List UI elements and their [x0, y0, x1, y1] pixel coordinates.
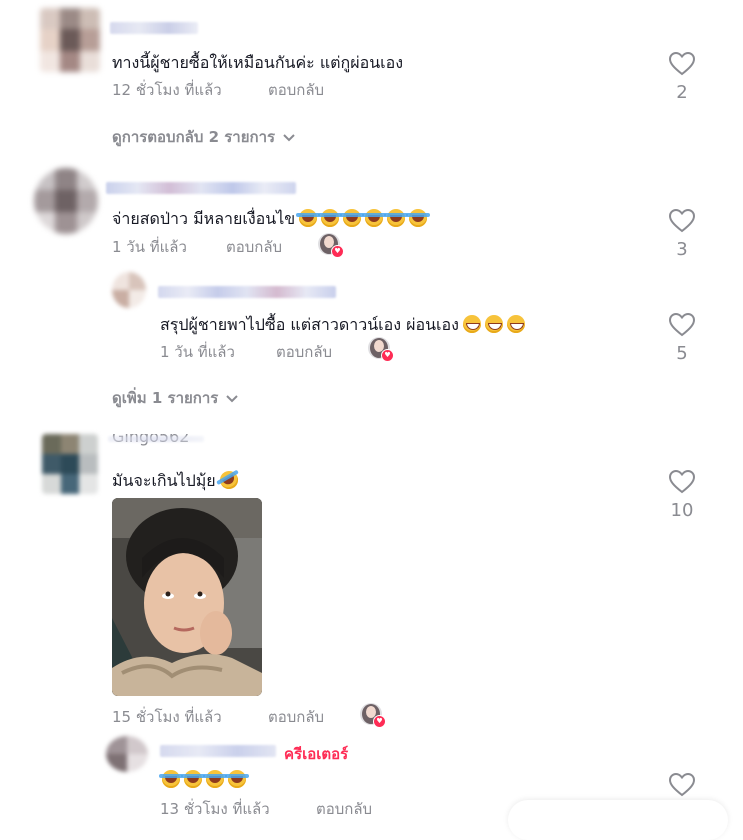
- comment-text-value: จ่ายสดป่าว มีหลายเงื่อนไข: [112, 209, 296, 228]
- reply-time: 1 วัน ที่แล้ว: [160, 343, 235, 361]
- grinning-emoji: [484, 315, 503, 333]
- comment-avatar[interactable]: [34, 168, 98, 234]
- floating-bar-edge: [508, 800, 728, 840]
- username-blurred[interactable]: [110, 22, 198, 34]
- grinning-emoji: [462, 315, 481, 333]
- creator-liked-avatar: ♥: [368, 337, 394, 362]
- reply-text-value: สรุปผู้ชายพาไปซื้อ แต่สาวดาวน์เอง ผ่อนเอ…: [160, 315, 459, 334]
- comment-text: จ่ายสดป่าว มีหลายเงื่อนไข: [112, 207, 431, 232]
- view-more-label: ดูเพิ่ม 1 รายการ: [112, 389, 219, 407]
- comment-photo[interactable]: [112, 498, 262, 696]
- laughing-emoji: [340, 209, 365, 227]
- laughing-emoji: [203, 770, 227, 788]
- laughing-emoji: [159, 770, 183, 788]
- comment-text: มันจะเกินไปมุ้ย: [112, 467, 241, 494]
- like-button[interactable]: 3: [662, 209, 702, 260]
- creator-liked-avatar: ♥: [318, 233, 344, 258]
- reply-text: สรุปผู้ชายพาไปซื้อ แต่สาวดาวน์เอง ผ่อนเอ…: [160, 313, 525, 338]
- heart-badge-icon: ♥: [331, 245, 344, 258]
- username-blurred: [108, 436, 204, 442]
- like-count: 5: [676, 343, 688, 364]
- view-more-button[interactable]: ดูเพิ่ม 1 รายการ: [112, 386, 239, 410]
- heart-badge-icon: ♥: [373, 715, 386, 728]
- reply-button[interactable]: ตอบกลับ: [226, 235, 282, 259]
- like-button[interactable]: 10: [662, 470, 702, 521]
- laughing-emoji: [384, 209, 409, 227]
- heart-outline-icon[interactable]: [669, 313, 695, 337]
- like-count: 10: [670, 500, 694, 521]
- heart-badge-icon: ♥: [381, 349, 394, 362]
- chevron-down-icon: [226, 389, 239, 407]
- heart-outline-icon[interactable]: [669, 470, 695, 494]
- username-blurred[interactable]: [160, 745, 276, 757]
- heart-outline-icon[interactable]: [669, 52, 695, 76]
- view-replies-label: ดูการตอบกลับ 2 รายการ: [112, 128, 276, 146]
- creator-badge: ครีเอเตอร์: [284, 745, 349, 763]
- like-button[interactable]: 2: [662, 52, 702, 103]
- comment-text-value: มันจะเกินไปมุ้ย: [112, 471, 216, 490]
- comment-avatar[interactable]: [42, 434, 98, 494]
- reply-avatar[interactable]: [112, 272, 146, 308]
- comment-time: 12 ชั่วโมง ที่แล้ว: [112, 81, 222, 99]
- username-blurred[interactable]: [158, 286, 336, 298]
- like-count: 2: [676, 82, 688, 103]
- like-count: 3: [676, 239, 688, 260]
- comment-time: 15 ชั่วโมง ที่แล้ว: [112, 708, 222, 726]
- reply-time: 13 ชั่วโมง ที่แล้ว: [160, 800, 270, 818]
- laughing-emoji: [296, 209, 321, 227]
- comment-time: 1 วัน ที่แล้ว: [112, 238, 187, 256]
- comment-text: ทางนี้ผู้ชายซื้อให้เหมือนกันค่ะ แต่กูผ่อ…: [112, 53, 404, 72]
- like-button[interactable]: 5: [662, 313, 702, 364]
- selfie-image: [112, 498, 262, 696]
- chevron-down-icon: [283, 128, 295, 146]
- reply-button[interactable]: ตอบกลับ: [268, 705, 324, 729]
- laughing-emoji: [181, 770, 205, 788]
- view-replies-button[interactable]: ดูการตอบกลับ 2 รายการ: [112, 125, 295, 149]
- heart-outline-icon[interactable]: [669, 773, 695, 797]
- reply-text: [158, 770, 249, 789]
- reply-button[interactable]: ตอบกลับ: [268, 78, 324, 102]
- laughing-emoji: [225, 770, 249, 788]
- comment-avatar[interactable]: [40, 8, 100, 72]
- laughing-emoji: [406, 209, 431, 227]
- creator-liked-avatar: ♥: [360, 703, 386, 728]
- rofl-emoji: [216, 467, 241, 493]
- reply-button[interactable]: ตอบกลับ: [276, 340, 332, 364]
- reply-button[interactable]: ตอบกลับ: [316, 797, 372, 821]
- grinning-emoji: [506, 315, 525, 333]
- reply-avatar[interactable]: [106, 736, 148, 772]
- laughing-emoji: [318, 209, 343, 227]
- laughing-emoji: [362, 209, 387, 227]
- username-blurred[interactable]: [106, 182, 296, 194]
- like-button[interactable]: [662, 773, 702, 797]
- heart-outline-icon[interactable]: [669, 209, 695, 233]
